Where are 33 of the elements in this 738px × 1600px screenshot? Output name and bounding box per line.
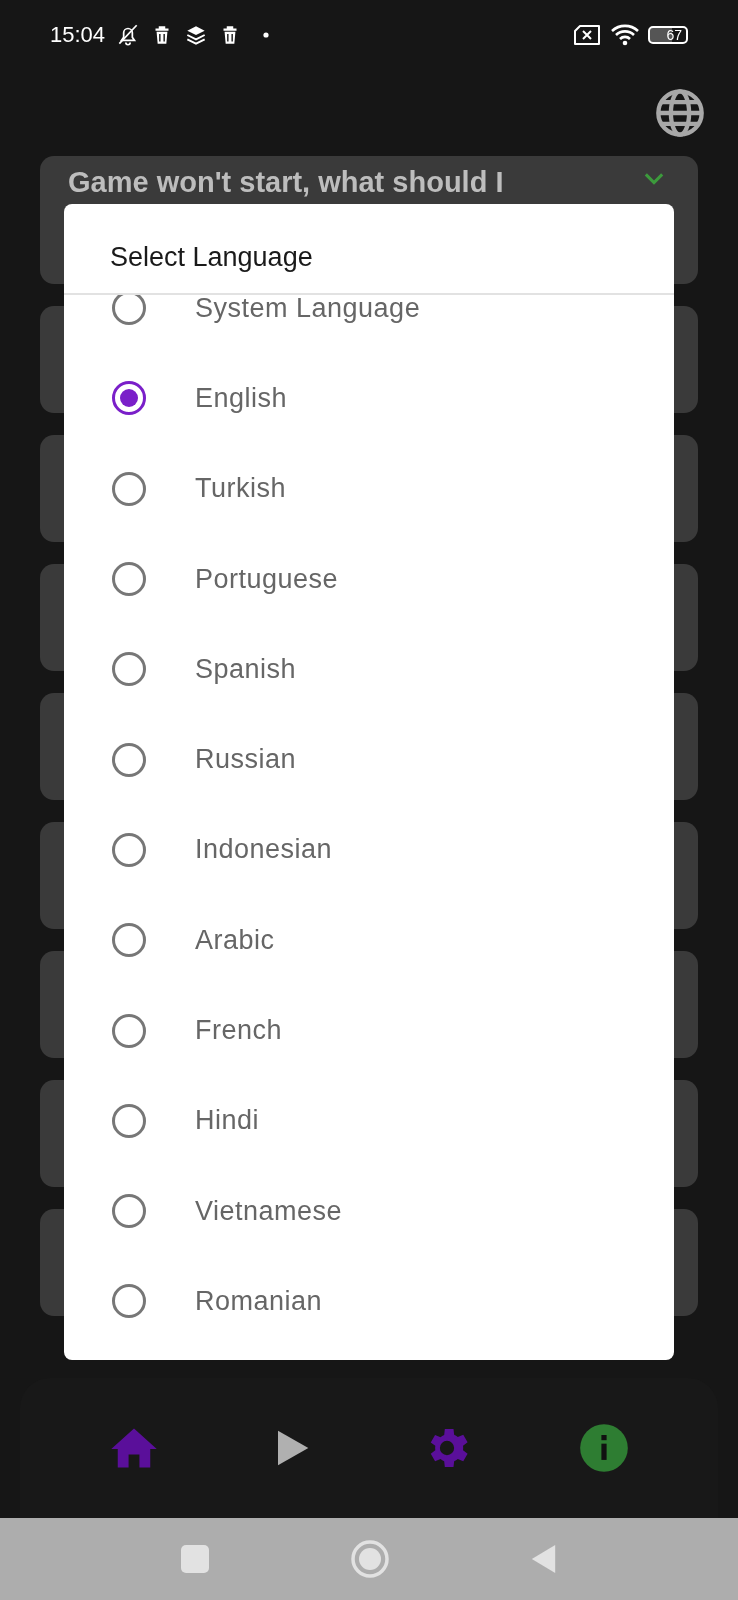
radio-button[interactable] — [112, 1194, 146, 1229]
dot-icon — [263, 32, 270, 38]
language-option[interactable]: Spanish — [64, 624, 674, 715]
radio-button[interactable] — [112, 471, 146, 506]
language-option[interactable]: Portuguese — [64, 533, 674, 625]
info-icon[interactable] — [577, 1422, 630, 1474]
language-option[interactable]: French — [64, 985, 674, 1076]
radio-button[interactable] — [112, 1013, 146, 1048]
language-option[interactable]: System Language — [64, 295, 674, 354]
language-option[interactable]: English — [64, 353, 674, 444]
language-option[interactable]: Arabic — [64, 895, 674, 986]
language-option[interactable]: Vietnamese — [64, 1165, 674, 1257]
language-option[interactable]: Indonesian — [64, 804, 674, 896]
radio-button[interactable] — [112, 295, 146, 326]
card-title: Game won't start, what should I — [68, 165, 504, 199]
dialog-title: Select Language — [64, 204, 674, 295]
radio-button[interactable] — [112, 742, 146, 777]
sim-card-x-icon — [572, 24, 602, 46]
radio-button[interactable] — [112, 381, 146, 416]
clock-time: 15:04 — [50, 22, 106, 48]
battery-icon: 67 — [648, 26, 688, 44]
globe-icon[interactable] — [654, 87, 706, 139]
language-option[interactable]: Russian — [64, 714, 674, 805]
language-option[interactable]: Romanian — [64, 1256, 674, 1347]
radio-button[interactable] — [112, 832, 146, 867]
radio-button[interactable] — [112, 923, 146, 958]
wifi-icon — [610, 23, 640, 47]
language-option[interactable]: Turkish — [64, 443, 674, 534]
language-option[interactable]: Hindi — [64, 1075, 674, 1166]
radio-button[interactable] — [112, 1284, 146, 1319]
radio-button[interactable] — [112, 652, 146, 687]
radio-button[interactable] — [112, 1103, 146, 1138]
radio-button[interactable] — [112, 562, 146, 597]
